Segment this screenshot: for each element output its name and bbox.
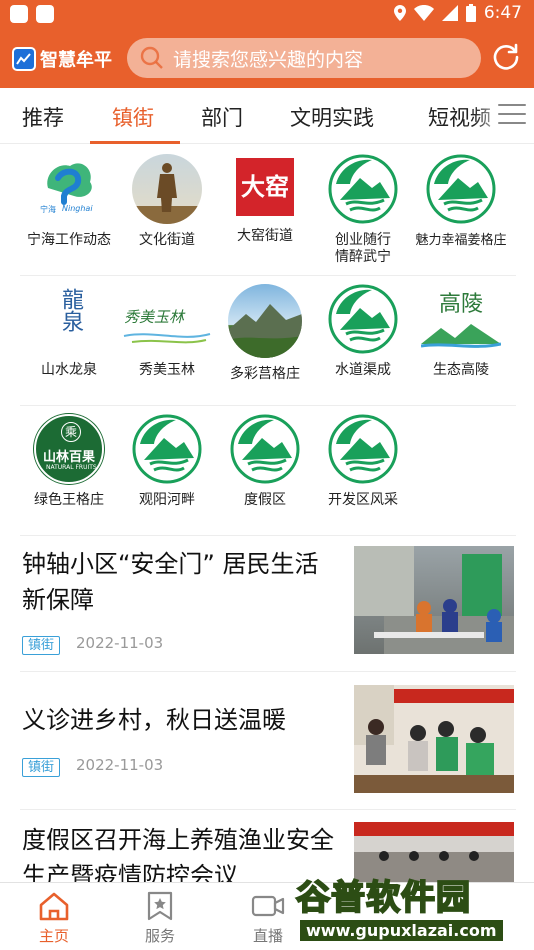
tab-departments[interactable]: 部门 [201,102,243,132]
channel-item[interactable]: 宁海 Ninghai 宁海工作动态 [20,154,118,249]
watermark-title: 谷普软件园 [295,877,471,919]
channel-label: 观阳河畔 [139,492,195,508]
yulin-calligraphy-icon: 秀美玉林 [122,284,212,354]
site-watermark: 谷普软件园 www.gupuxlazai.com [292,866,534,950]
channel-item[interactable]: 龍泉 山水龙泉 [20,284,118,379]
chart-logo-icon [12,47,36,71]
channel-item[interactable]: 乘 山林百果 NATURAL FRUITS 绿色王格庄 [20,414,118,509]
home-icon [39,892,69,921]
ninghai-logo-icon: 宁海 Ninghai [34,154,104,224]
news-item[interactable]: 义诊进乡村，秋日送温暖 镇街 2022-11-03 [20,672,516,810]
channel-label: 多彩莒格庄 [230,366,300,382]
channel-label: 大窑街道 [237,228,293,244]
nav-services[interactable]: 服务 [130,891,190,946]
status-bar: 6:47 [0,0,534,28]
channel-label: 魅力幸福姜格庄 [415,233,507,248]
search-placeholder: 请搜索您感兴趣的内容 [173,48,364,71]
channel-item[interactable]: 创业随行 情醉武宁 [314,154,412,266]
channel-item[interactable]: 多彩莒格庄 [216,284,314,383]
bookmark-star-icon [147,891,173,921]
channel-row: 乘 山林百果 NATURAL FRUITS 绿色王格庄 观阳河畔 度假区 开发区… [20,406,516,536]
shanlinbaiguo-logo-icon: 乘 山林百果 NATURAL FRUITS [34,414,104,484]
news-title: 度假区召开海上养殖渔业安全生产暨疫情防控会议 [22,826,334,882]
channel-label: 绿色王格庄 [34,492,104,508]
tab-towns[interactable]: 镇街 [112,102,154,132]
channel-item[interactable]: 魅力幸福姜格庄 [412,154,510,249]
status-time: 6:47 [483,3,522,23]
app-logo[interactable]: 智慧牟平 [12,46,112,72]
mountain-photo-icon [228,284,302,358]
channel-label: 山水龙泉 [41,362,97,378]
channel-label: 开发区风采 [328,492,398,508]
notification-icon [10,5,28,23]
news-tag: 镇街 [22,758,61,777]
tab-recommend[interactable]: 推荐 [22,102,64,132]
refresh-icon[interactable] [491,42,521,72]
channel-label: 秀美玉林 [139,362,195,378]
search-bar[interactable]: 请搜索您感兴趣的内容 [127,38,481,78]
category-tabs: 推荐 镇街 部门 文明实践 短视频 [0,88,534,144]
nav-home[interactable]: 主页 [24,891,84,946]
active-tab-indicator [90,141,180,144]
channel-label: 文化街道 [139,232,195,248]
statue-photo-icon [132,154,202,224]
green-mountain-logo-icon [328,414,398,484]
channel-row: 宁海 Ninghai 宁海工作动态 文化街道 大窑 大窑街道 创业随行 情醉武宁… [20,146,516,276]
green-mountain-logo-icon [328,284,398,354]
gaoling-logo-icon: 高陵 [421,284,501,354]
tab-civilization[interactable]: 文明实践 [290,102,374,132]
channel-item[interactable]: 水道渠成 [314,284,412,379]
green-mountain-logo-icon [426,154,496,224]
watermark-url: www.gupuxlazai.com [300,920,503,941]
nav-live[interactable]: 直播 [238,891,298,946]
channel-label: 创业随行 情醉武宁 [335,232,391,265]
dayao-logo-icon: 大窑 [234,154,296,220]
channel-item[interactable]: 开发区风采 [314,414,412,509]
channel-item[interactable]: 文化街道 [118,154,216,249]
news-thumbnail [354,546,514,654]
channel-row: 龍泉 山水龙泉 秀美玉林 秀美玉林 多彩莒格庄 水道渠成 高陵 生态高陵 [20,276,516,406]
notification-icon [36,5,54,23]
news-date: 2022-11-03 [76,756,164,774]
green-mountain-logo-icon [132,414,202,484]
channel-label: 宁海工作动态 [27,232,111,248]
search-icon [140,46,163,69]
menu-icon[interactable] [498,104,526,126]
video-icon [251,895,285,917]
news-title: 义诊进乡村，秋日送温暖 [22,706,286,734]
wifi-icon [413,5,434,21]
green-mountain-logo-icon [328,154,398,224]
news-date: 2022-11-03 [76,634,164,652]
app-bar: 智慧牟平 请搜索您感兴趣的内容 [0,28,534,88]
news-tag: 镇街 [22,636,61,655]
channel-item[interactable]: 观阳河畔 [118,414,216,509]
news-thumbnail [354,685,514,793]
channel-item[interactable]: 度假区 [216,414,314,509]
channel-label: 度假区 [244,492,286,508]
green-mountain-logo-icon [230,414,300,484]
location-icon [393,5,406,21]
battery-icon [465,4,476,22]
channel-item[interactable]: 大窑 大窑街道 [216,154,314,245]
news-title: 钟轴小区“安全门” 居民生活新保障 [22,550,319,614]
longquan-calligraphy-icon: 龍泉 [34,284,104,354]
channel-item[interactable]: 秀美玉林 秀美玉林 [118,284,216,379]
signal-icon [441,5,458,21]
news-item[interactable]: 钟轴小区“安全门” 居民生活新保障 镇街 2022-11-03 [20,536,516,672]
app-logo-text: 智慧牟平 [40,50,112,71]
channel-item[interactable]: 高陵 生态高陵 [412,284,510,379]
channel-label: 生态高陵 [433,362,489,378]
channel-label: 水道渠成 [335,362,391,378]
